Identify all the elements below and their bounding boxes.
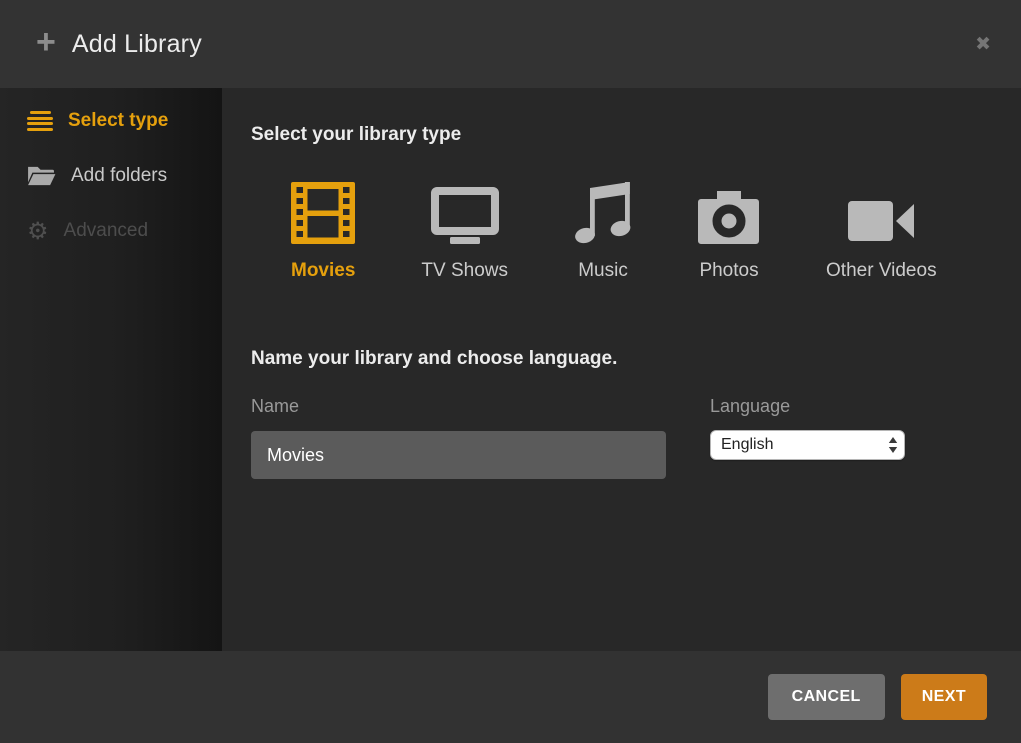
sidebar-item-label: Add folders	[71, 165, 167, 187]
main-content: Select your library type	[222, 88, 1021, 651]
library-type-row: Movies TV Shows	[291, 180, 1021, 282]
language-select-value: English	[721, 436, 773, 454]
language-field-group: Language English	[710, 396, 905, 460]
film-strip-icon	[291, 180, 355, 244]
next-button[interactable]: NEXT	[901, 674, 987, 720]
sidebar-item-add-folders[interactable]: Add folders	[0, 148, 222, 203]
type-section-heading: Select your library type	[251, 124, 1021, 146]
type-tile-label: TV Shows	[421, 260, 508, 282]
type-tile-tv-shows[interactable]: TV Shows	[421, 180, 508, 282]
dialog-header: + Add Library ✖	[0, 0, 1021, 88]
dialog-body: Select type Add folders ⚙ Advanced Selec…	[0, 88, 1021, 651]
plus-icon: +	[36, 25, 56, 59]
name-field-group: Name	[251, 396, 666, 479]
sidebar-item-label: Select type	[68, 110, 168, 132]
open-folder-icon	[27, 164, 56, 187]
select-stepper-icon	[888, 436, 898, 454]
camera-icon	[698, 180, 760, 244]
type-tile-label: Music	[578, 260, 628, 282]
type-tile-label: Movies	[291, 260, 355, 282]
video-camera-icon	[848, 180, 914, 244]
type-tile-label: Other Videos	[826, 260, 937, 282]
type-tile-label: Photos	[699, 260, 758, 282]
name-language-row: Name Language English	[251, 396, 1021, 479]
add-library-dialog: + Add Library ✖ Select type Add folders	[0, 0, 1021, 743]
cancel-button[interactable]: CANCEL	[768, 674, 885, 720]
language-label: Language	[710, 396, 905, 417]
language-select[interactable]: English	[710, 430, 905, 460]
name-section-heading: Name your library and choose language.	[251, 348, 1021, 370]
type-tile-movies[interactable]: Movies	[291, 180, 355, 282]
dialog-footer: CANCEL NEXT	[0, 651, 1021, 743]
list-bars-icon	[27, 111, 53, 131]
sidebar-item-advanced[interactable]: ⚙ Advanced	[0, 203, 222, 259]
music-notes-icon	[574, 180, 632, 244]
name-label: Name	[251, 396, 666, 417]
type-tile-other-videos[interactable]: Other Videos	[826, 180, 937, 282]
sidebar-item-label: Advanced	[64, 220, 149, 242]
steps-sidebar: Select type Add folders ⚙ Advanced	[0, 88, 222, 651]
type-tile-photos[interactable]: Photos	[698, 180, 760, 282]
close-icon[interactable]: ✖	[971, 31, 995, 58]
tv-monitor-icon	[431, 180, 499, 244]
dialog-title: Add Library	[72, 30, 202, 59]
type-tile-music[interactable]: Music	[574, 180, 632, 282]
gear-icon: ⚙	[27, 219, 49, 243]
library-name-input[interactable]	[251, 431, 666, 479]
sidebar-item-select-type[interactable]: Select type	[0, 94, 222, 148]
